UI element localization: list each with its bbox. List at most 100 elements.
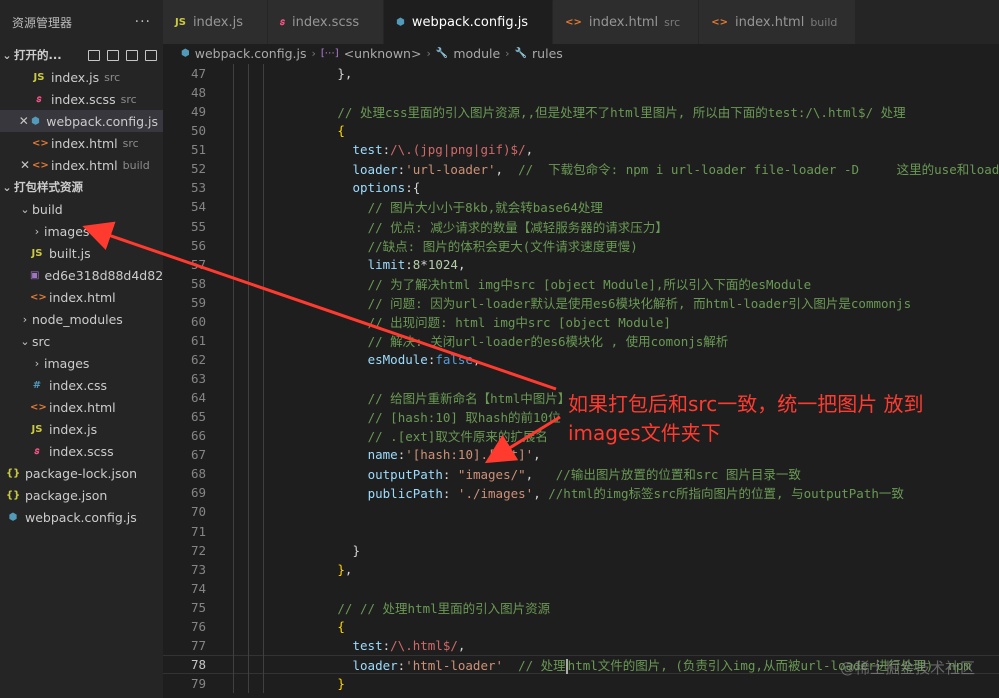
chevron-down-icon: ⌄ bbox=[2, 180, 12, 194]
open-editors-section[interactable]: ⌄ 打开的... bbox=[0, 44, 163, 66]
tree-item[interactable]: JS index.js bbox=[0, 418, 163, 440]
code-line[interactable]: 57 limit:8*1024, bbox=[163, 254, 999, 274]
tree-item[interactable]: <> index.html bbox=[0, 286, 163, 308]
code-line[interactable]: 50 { bbox=[163, 121, 999, 141]
editor-tab[interactable]: <> index.html src bbox=[553, 0, 700, 44]
open-editor-item[interactable]: 𝑠 index.scss src bbox=[0, 88, 163, 110]
chevron-down-icon: ⌄ bbox=[2, 48, 12, 62]
code-line[interactable]: 49 // 处理css里面的引入图片资源,,但是处理不了html里图片, 所以由下… bbox=[163, 102, 999, 122]
indent-guide bbox=[233, 235, 234, 255]
editor-tab[interactable]: 𝑠 index.scss bbox=[268, 0, 385, 44]
indent-guide bbox=[233, 349, 234, 369]
file-type-icon: {} bbox=[6, 489, 21, 501]
indent-guide bbox=[248, 140, 249, 160]
close-icon[interactable]: ✕ bbox=[18, 158, 32, 172]
more-actions-icon[interactable]: ··· bbox=[135, 14, 151, 30]
code-line[interactable]: 62 esModule:false, bbox=[163, 349, 999, 369]
editor-tab[interactable]: <> index.html build bbox=[699, 0, 857, 44]
open-editor-item[interactable]: ✕ <> index.html build bbox=[0, 154, 163, 176]
close-all-icon[interactable] bbox=[126, 49, 138, 61]
tree-item[interactable]: › node_modules bbox=[0, 308, 163, 330]
code-token: , bbox=[525, 142, 534, 158]
split-icon[interactable] bbox=[145, 49, 157, 61]
indent-guide bbox=[233, 635, 234, 655]
project-section[interactable]: ⌄ 打包样式资源 bbox=[0, 176, 163, 198]
breadcrumb-item[interactable]: <unknown> bbox=[344, 46, 422, 61]
code-line[interactable]: 55 // 优点: 减少请求的数量【减轻服务器的请求压力】 bbox=[163, 216, 999, 236]
indent-guide bbox=[263, 121, 264, 141]
indent-guide bbox=[233, 388, 234, 408]
code-line[interactable]: 48 bbox=[163, 83, 999, 103]
code-line[interactable]: 75 // // 处理html里面的引入图片资源 bbox=[163, 597, 999, 617]
tree-item[interactable]: <> index.html bbox=[0, 396, 163, 418]
tree-item[interactable]: ▣ ed6e318d88d4d828... bbox=[0, 264, 163, 286]
code-editor[interactable]: 47}, 48 49// 处理css里面的引入图片资源,,但是处理不了html里图片… bbox=[163, 64, 999, 698]
code-token: // // 处理html里面的引入图片资源 bbox=[337, 600, 551, 616]
tree-item[interactable]: 𝑠 index.scss bbox=[0, 440, 163, 462]
new-file-icon[interactable] bbox=[88, 49, 100, 61]
code-line[interactable]: 53 options:{ bbox=[163, 178, 999, 198]
tree-item[interactable]: ⌄ src bbox=[0, 330, 163, 352]
line-number: 70 bbox=[190, 504, 206, 520]
tree-item[interactable]: ⬢ webpack.config.js bbox=[0, 506, 163, 528]
code-token: : bbox=[382, 142, 391, 158]
indent-guide bbox=[248, 197, 249, 217]
code-line[interactable]: 68 outputPath: "images/", //输出图片放置的位置和src… bbox=[163, 464, 999, 484]
tree-item[interactable]: › images bbox=[0, 220, 163, 242]
code-line[interactable]: 47}, bbox=[163, 64, 999, 84]
code-line[interactable]: 72} bbox=[163, 540, 999, 560]
code-line[interactable]: 61 // 解决: 关闭url-loader的es6模块化 , 使用comonjs… bbox=[163, 330, 999, 350]
code-line[interactable]: 71 bbox=[163, 521, 999, 541]
code-line[interactable]: 63 bbox=[163, 369, 999, 389]
code-line[interactable]: 54 // 图片大小小于8kb,就会转base64处理 bbox=[163, 197, 999, 217]
code-line[interactable]: 67 name:'[hash:10].[ext]', bbox=[163, 445, 999, 465]
tree-item[interactable]: {} package-lock.json bbox=[0, 462, 163, 484]
open-editor-item[interactable]: <> index.html src bbox=[0, 132, 163, 154]
breadcrumb-item[interactable]: rules bbox=[532, 46, 563, 61]
editor-tab[interactable]: ⬢ webpack.config.js bbox=[384, 0, 554, 44]
code-token: * bbox=[420, 256, 428, 272]
code-line[interactable]: 73}, bbox=[163, 559, 999, 579]
indent-guide bbox=[248, 635, 249, 655]
code-token: // 处理 bbox=[518, 657, 566, 673]
code-line[interactable]: 58 // 为了解决html img中src [object Module],所以… bbox=[163, 273, 999, 293]
code-line[interactable]: 60 // 出现问题: html img中src [object Module] bbox=[163, 311, 999, 331]
tree-item[interactable]: {} package.json bbox=[0, 484, 163, 506]
indent-guide bbox=[248, 102, 249, 122]
close-icon[interactable]: ✕ bbox=[18, 114, 30, 128]
indent-guide bbox=[248, 349, 249, 369]
tree-item-name: index.css bbox=[49, 377, 108, 393]
code-line[interactable]: 52 loader:'url-loader', // 下载包命令: npm i u… bbox=[163, 159, 999, 179]
annotation-line-2: images文件夹下 bbox=[568, 421, 721, 445]
code-line[interactable]: 76 { bbox=[163, 616, 999, 636]
code-line[interactable]: 69 publicPath: './images', //html的img标签sr… bbox=[163, 483, 999, 503]
tree-item[interactable]: JS built.js bbox=[0, 242, 163, 264]
code-line[interactable]: 77 test:/\.html$/, bbox=[163, 635, 999, 655]
save-all-icon[interactable] bbox=[107, 49, 119, 61]
code-line[interactable]: 56 //缺点: 图片的体积会更大(文件请求速度更慢) bbox=[163, 235, 999, 255]
indent-guide bbox=[248, 121, 249, 141]
code-line[interactable]: 70 bbox=[163, 502, 999, 522]
tree-item-name: build bbox=[32, 201, 63, 217]
line-number: 62 bbox=[190, 351, 206, 367]
open-editor-name: index.js bbox=[51, 69, 100, 85]
code-line[interactable]: 74 bbox=[163, 578, 999, 598]
breadcrumb-item[interactable]: webpack.config.js bbox=[195, 46, 307, 61]
indent-guide bbox=[248, 254, 249, 274]
chevron-icon: › bbox=[22, 312, 28, 326]
code-token: 'html-loader' bbox=[405, 657, 504, 673]
code-line[interactable]: 51 test:/\.(jpg|png|gif)$/, bbox=[163, 140, 999, 160]
open-editor-item[interactable]: ✕ ⬢ webpack.config.js bbox=[0, 110, 163, 132]
indent-guide bbox=[248, 216, 249, 236]
tree-item[interactable]: # index.css bbox=[0, 374, 163, 396]
tree-item[interactable]: ⌄ build bbox=[0, 198, 163, 220]
code-line[interactable]: 59 // 问题: 因为url-loader默认是使用es6模块化解析, 而htm… bbox=[163, 292, 999, 312]
line-number: 76 bbox=[190, 618, 206, 634]
code-token: , bbox=[533, 447, 541, 463]
breadcrumb-item[interactable]: module bbox=[453, 46, 500, 61]
editor-tab[interactable]: JS index.js bbox=[163, 0, 269, 44]
indent-guide bbox=[233, 502, 234, 522]
indent-guide bbox=[233, 654, 234, 674]
open-editor-item[interactable]: JS index.js src bbox=[0, 66, 163, 88]
tree-item[interactable]: › images bbox=[0, 352, 163, 374]
